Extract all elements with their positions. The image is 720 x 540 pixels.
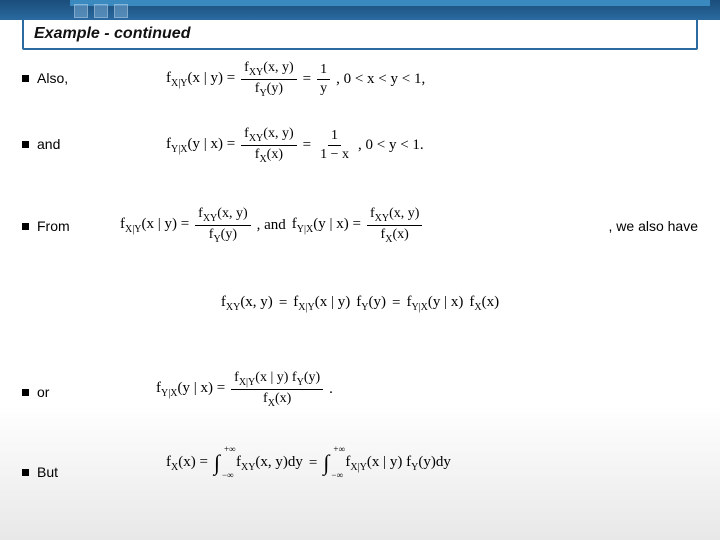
bullet-icon xyxy=(22,469,29,476)
deco-square xyxy=(74,4,88,18)
header-decoration xyxy=(0,0,720,20)
deco-square xyxy=(114,4,128,18)
bullet-icon xyxy=(22,141,29,148)
label-from: From xyxy=(37,218,70,234)
slide-content: Also, fX|Y(x | y) = fXY(x, y) fY(y) = 1 … xyxy=(22,58,698,530)
equation-5: fY|X(y | x) = fX|Y(x | y) fY(y) fX(x) . xyxy=(156,370,333,409)
slide-title: Example - continued xyxy=(34,25,190,43)
equation-3: fX|Y(x | y) = fXY(x, y) fY(y) , and fY|X… xyxy=(120,206,422,245)
label-but: But xyxy=(37,464,58,480)
bullet-icon xyxy=(22,389,29,396)
bullet-from: From xyxy=(22,218,70,234)
equation-6: fX(x) = ∫ +∞ −∞ fXY(x, y)dy = ∫ +∞ −∞ fX… xyxy=(166,450,451,476)
from-tail: , we also have xyxy=(609,218,699,234)
equation-2: fY|X(y | x) = fXY(x, y) fX(x) = 1 1 − x … xyxy=(166,126,424,165)
label-and: and xyxy=(37,136,60,152)
bullet-icon xyxy=(22,75,29,82)
bullet-or: or xyxy=(22,384,49,400)
bullet-icon xyxy=(22,223,29,230)
bullet-but: But xyxy=(22,464,58,480)
label-also: Also, xyxy=(37,70,68,86)
bullet-and: and xyxy=(22,136,60,152)
bullet-also: Also, xyxy=(22,70,68,86)
label-or: or xyxy=(37,384,49,400)
equation-1: fX|Y(x | y) = fXY(x, y) fY(y) = 1 y , 0 … xyxy=(166,60,425,99)
slide-title-box: Example - continued xyxy=(22,18,698,50)
integral-icon: ∫ +∞ −∞ xyxy=(323,450,329,476)
integral-icon: ∫ +∞ −∞ xyxy=(214,450,220,476)
deco-square xyxy=(94,4,108,18)
equation-4: fXY(x, y) = fX|Y(x | y) fY(y) = fY|X(y |… xyxy=(22,294,698,313)
